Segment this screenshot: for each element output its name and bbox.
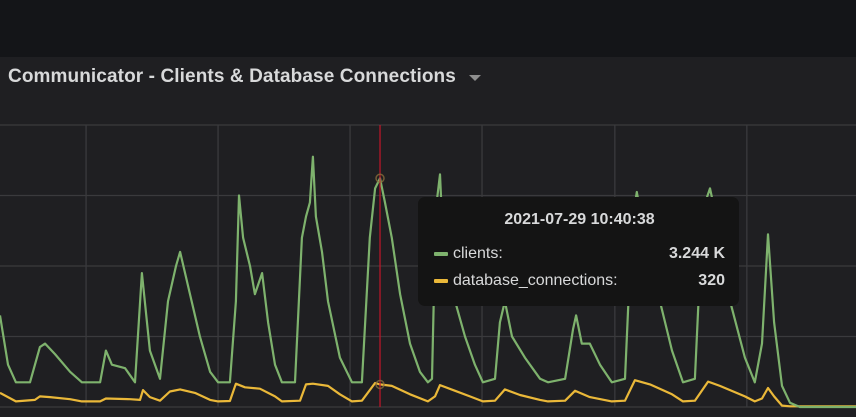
hover-tooltip: 2021-07-29 10:40:38 clients: 3.244 K dat… — [418, 197, 739, 306]
tooltip-series-value: 3.244 K — [668, 244, 725, 262]
legend-swatch-database-connections — [434, 278, 448, 283]
tooltip-row-database-connections: database_connections: 320 — [434, 267, 725, 294]
tooltip-row-clients: clients: 3.244 K — [434, 240, 725, 267]
legend-swatch-clients — [434, 251, 448, 256]
tooltip-series-name: clients: — [453, 244, 503, 262]
series-line-database-connections — [0, 379, 856, 408]
tooltip-series-value: 320 — [698, 271, 725, 289]
tooltip-time: 2021-07-29 10:40:38 — [504, 211, 655, 228]
tooltip-series-name: database_connections: — [453, 271, 618, 289]
